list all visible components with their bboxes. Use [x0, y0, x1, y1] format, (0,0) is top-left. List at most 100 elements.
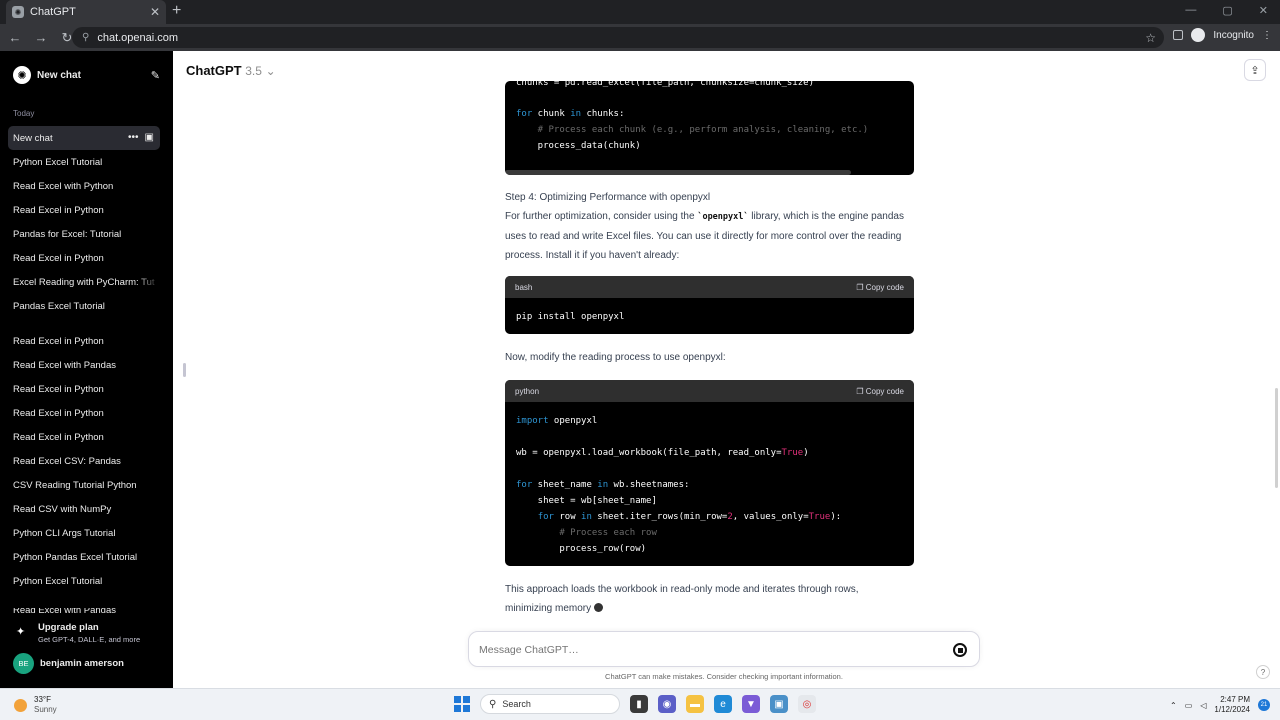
- chat-item[interactable]: Read Excel CSV: Pandas: [8, 449, 160, 473]
- chat-item[interactable]: Read Excel in Python: [8, 246, 160, 270]
- upgrade-title: Upgrade plan: [38, 622, 99, 633]
- code-block-python-openpyxl: python ❐ Copy code import openpyxl wb = …: [505, 380, 914, 566]
- chat-item[interactable]: Python Excel Tutorial: [8, 569, 160, 593]
- model-name: ChatGPT: [186, 63, 242, 78]
- model-version: 3.5: [245, 64, 262, 78]
- clipboard-icon: ❐: [856, 386, 866, 396]
- minimize-icon[interactable]: —: [1185, 4, 1196, 17]
- chat-history-list: New chat ••• ▣ Python Excel Tutorial Rea…: [8, 126, 160, 593]
- windows-start-icon[interactable]: [454, 696, 470, 712]
- chat-item[interactable]: CSV Reading Tutorial Python: [8, 473, 160, 497]
- edge-icon[interactable]: e: [714, 695, 732, 713]
- photos-icon[interactable]: ▣: [770, 695, 788, 713]
- code-horizontal-scrollbar[interactable]: [505, 170, 851, 175]
- vpn-icon[interactable]: ▼: [742, 695, 760, 713]
- incognito-icon[interactable]: [1191, 28, 1206, 42]
- chat-item[interactable]: Pandas for Excel: Tutorial: [8, 222, 160, 246]
- chat-item[interactable]: Python Pandas Excel Tutorial: [8, 545, 160, 569]
- weather-condition: Sunny: [34, 705, 57, 714]
- chat-item[interactable]: Read Excel in Python: [8, 329, 160, 353]
- message-input[interactable]: [479, 641, 919, 659]
- archive-icon[interactable]: ▣: [145, 132, 154, 143]
- chat-item[interactable]: Read Excel in Python: [8, 425, 160, 449]
- network-icon[interactable]: ▭: [1185, 701, 1193, 710]
- chat-item[interactable]: Read CSV with NumPy: [8, 497, 160, 521]
- chat-item-active[interactable]: New chat ••• ▣: [8, 126, 160, 150]
- code-language-label: python: [515, 386, 540, 396]
- browser-menu-icon[interactable]: ⋮: [1262, 30, 1272, 41]
- share-icon: ⇪: [1250, 64, 1260, 77]
- stop-generating-button[interactable]: [953, 643, 967, 657]
- address-bar[interactable]: ⚲ chat.openai.com ☆: [72, 27, 1164, 48]
- file-explorer-icon[interactable]: ▬: [686, 695, 704, 713]
- chat-item[interactable]: Python CLI Args Tutorial: [8, 521, 160, 545]
- user-menu[interactable]: BE benjamin amerson: [13, 653, 124, 674]
- message-composer[interactable]: [468, 631, 980, 667]
- compose-icon[interactable]: ✎: [151, 69, 160, 82]
- chat-item[interactable]: Read Excel with Pandas: [8, 353, 160, 377]
- code-line: # Process each row: [516, 528, 657, 538]
- new-tab-icon[interactable]: +: [172, 2, 181, 20]
- code-line: for chunk in chunks:: [516, 109, 625, 119]
- taskbar-search[interactable]: ⚲ Search: [480, 694, 620, 714]
- weather-temp: 33°F: [34, 695, 51, 704]
- bookmark-star-icon[interactable]: ☆: [1145, 31, 1156, 45]
- code-line: for sheet_name in wb.sheetnames:: [516, 480, 690, 490]
- date: 1/12/2024: [1214, 705, 1250, 714]
- clock[interactable]: 2:47 PM 1/12/2024: [1214, 695, 1250, 715]
- model-selector[interactable]: ChatGPT 3.5 ⌄: [186, 63, 276, 78]
- search-label: Search: [502, 699, 531, 709]
- system-tray: ⌃ ▭ ◁ 2:47 PM 1/12/2024 21: [1170, 695, 1270, 715]
- step4-heading: Step 4: Optimizing Performance with open…: [505, 192, 711, 203]
- code-language-label: bash: [515, 282, 533, 292]
- share-button[interactable]: ⇪: [1244, 59, 1266, 81]
- chat-item-cutoff[interactable]: Read Excel with Pandas: [13, 608, 116, 614]
- new-chat-button[interactable]: ✺ New chat ✎: [8, 63, 160, 87]
- close-tab-icon[interactable]: ✕: [150, 5, 160, 19]
- search-icon: ⚲: [489, 698, 497, 710]
- chrome-icon[interactable]: ◎: [798, 695, 816, 713]
- copy-code-button[interactable]: ❐ Copy code: [856, 283, 904, 292]
- notification-badge[interactable]: 21: [1258, 699, 1270, 711]
- chat-item[interactable]: Read Excel in Python: [8, 401, 160, 425]
- copy-code-button[interactable]: ❐ Copy code: [856, 387, 904, 396]
- chat-item[interactable]: Read Excel with Python: [8, 174, 160, 198]
- chat-item-label: Excel Reading with PyCharm: Tut: [13, 276, 155, 288]
- chat-item[interactable]: Read Excel in Python: [8, 377, 160, 401]
- side-panel-icon[interactable]: [1173, 30, 1184, 40]
- chat-item[interactable]: Python Excel Tutorial: [8, 150, 160, 174]
- sidebar-toggle-handle[interactable]: [183, 363, 186, 377]
- browser-tab[interactable]: ✺ ChatGPT ✕: [6, 0, 166, 24]
- upgrade-subtitle: Get GPT-4, DALL·E, and more: [38, 635, 141, 644]
- teams-chat-icon[interactable]: ◉: [658, 695, 676, 713]
- task-view-icon[interactable]: ▮: [630, 695, 648, 713]
- windows-taskbar: 33°F Sunny ⚲ Search ▮ ◉ ▬ e ▼ ▣ ◎ ⌃ ▭ ◁ 2…: [0, 688, 1280, 720]
- weather-widget[interactable]: 33°F Sunny: [14, 695, 57, 715]
- chevron-up-icon[interactable]: ⌃: [1170, 701, 1177, 710]
- maximize-icon[interactable]: ▢: [1222, 4, 1232, 17]
- profile-label: Incognito: [1213, 29, 1254, 41]
- step4-paragraph: For further optimization, consider using…: [505, 211, 904, 261]
- back-icon[interactable]: ←: [4, 30, 26, 45]
- scrollbar[interactable]: [1275, 388, 1278, 488]
- forward-icon[interactable]: →: [30, 30, 52, 45]
- code-header: python ❐ Copy code: [505, 380, 914, 402]
- clipboard-icon: ❐: [856, 282, 866, 292]
- volume-icon[interactable]: ◁: [1200, 701, 1206, 710]
- chat-item[interactable]: Excel Reading with PyCharm: Tut: [8, 270, 160, 294]
- chat-item-label: New chat: [13, 132, 53, 144]
- browser-toolbar: ← → ↻ ⚲ chat.openai.com ☆ Incognito ⋮: [0, 24, 1280, 51]
- more-options-icon[interactable]: •••: [128, 132, 139, 143]
- code-block-python-chunks: chunks = pd.read_excel(file_path, chunks…: [505, 81, 914, 175]
- site-info-icon[interactable]: ⚲: [82, 32, 89, 43]
- help-button[interactable]: ?: [1256, 665, 1270, 679]
- code-line: sheet = wb[sheet_name]: [516, 496, 657, 506]
- chat-item[interactable]: Read Excel in Python: [8, 198, 160, 222]
- code-line: chunks = pd.read_excel(file_path, chunks…: [516, 81, 815, 88]
- chat-item[interactable]: Pandas Excel Tutorial: [8, 294, 160, 318]
- stop-icon: [957, 647, 963, 653]
- upgrade-plan-button[interactable]: ✦ Upgrade plan Get GPT-4, DALL·E, and mo…: [16, 622, 140, 644]
- close-window-icon[interactable]: ✕: [1259, 4, 1268, 17]
